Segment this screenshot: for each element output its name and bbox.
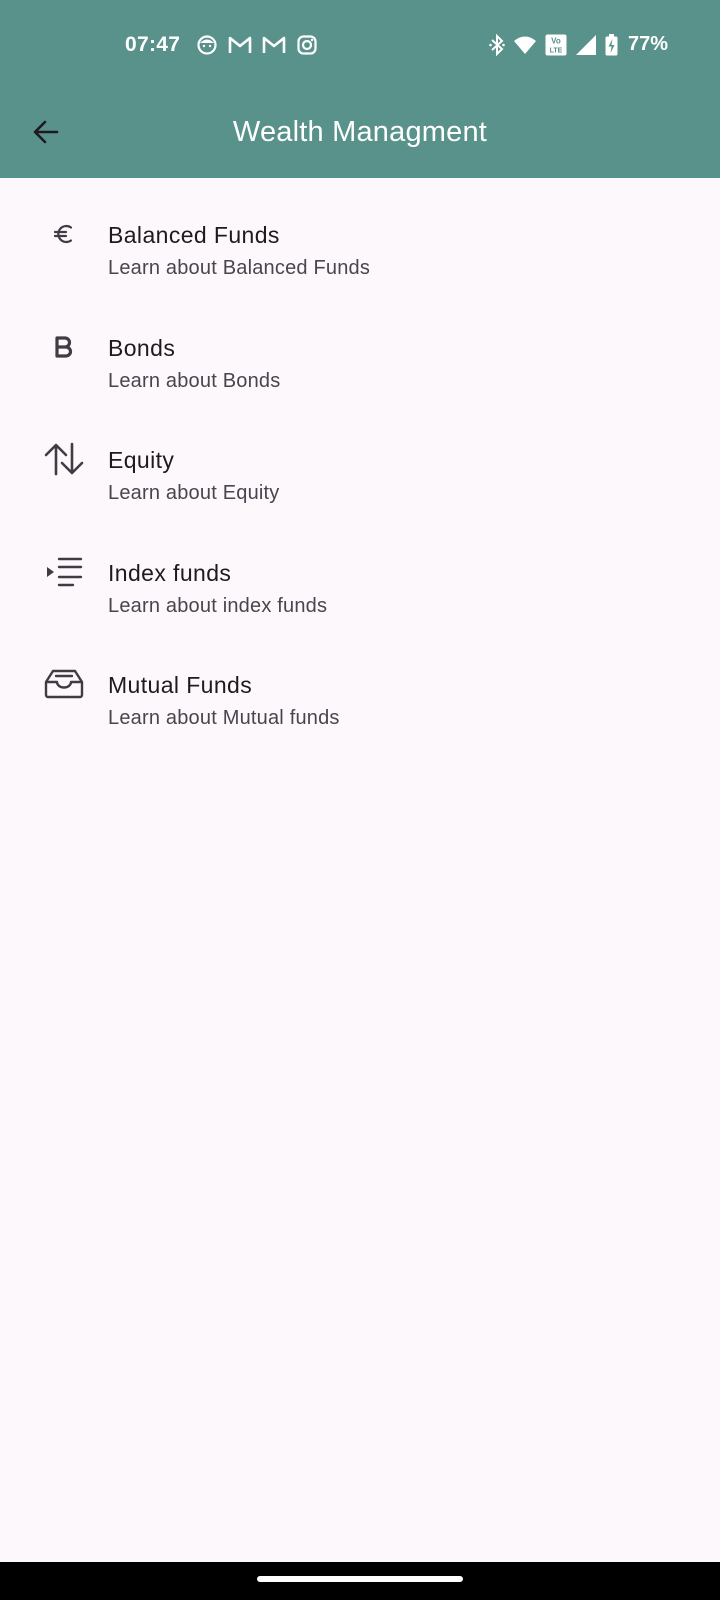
list-item-balanced-funds[interactable]: Balanced Funds Learn about Balanced Fund… xyxy=(0,178,720,291)
app-bar: Wealth Managment xyxy=(0,90,720,178)
euro-icon xyxy=(40,210,88,258)
svg-text:Vo: Vo xyxy=(551,36,561,45)
item-subtitle: Learn about Balanced Funds xyxy=(108,257,371,279)
page-title: Wealth Managment xyxy=(232,116,488,148)
notification-icons xyxy=(196,34,318,56)
system-nav-bar xyxy=(0,1562,720,1600)
bold-b-icon xyxy=(40,323,88,371)
item-title: Equity xyxy=(108,447,175,473)
status-bar: 07:47 Vo LTE 77% xyxy=(0,0,720,90)
svg-text:LTE: LTE xyxy=(550,47,563,54)
item-subtitle: Learn about Mutual funds xyxy=(108,707,340,729)
bluetooth-icon xyxy=(489,33,505,56)
item-title: Index funds xyxy=(108,559,232,586)
swap-vertical-icon xyxy=(40,435,88,483)
gmail-icon xyxy=(262,35,286,55)
volte-icon: Vo LTE xyxy=(545,34,567,56)
item-title: Mutual Funds xyxy=(108,672,253,698)
list-item-bonds[interactable]: Bonds Learn about Bonds xyxy=(0,291,720,404)
list-item-equity[interactable]: Equity Learn about Equity xyxy=(0,403,720,516)
item-subtitle: Learn about Equity xyxy=(108,482,280,504)
item-title: Bonds xyxy=(108,334,176,361)
list-indent-icon xyxy=(40,548,88,596)
item-subtitle: Learn about index funds xyxy=(108,594,328,617)
list-item-index-funds[interactable]: Index funds Learn about index funds xyxy=(0,516,720,629)
face-icon xyxy=(196,34,218,56)
fund-list: Balanced Funds Learn about Balanced Fund… xyxy=(0,178,720,741)
inbox-tray-icon xyxy=(40,660,88,708)
signal-icon xyxy=(575,34,597,56)
battery-percentage: 77% xyxy=(627,33,668,55)
home-indicator[interactable] xyxy=(257,1576,463,1582)
item-subtitle: Learn about Bonds xyxy=(108,369,281,392)
status-time: 07:47 xyxy=(125,33,181,56)
wifi-icon xyxy=(513,35,537,55)
list-item-mutual-funds[interactable]: Mutual Funds Learn about Mutual funds xyxy=(0,628,720,741)
gmail-icon xyxy=(228,35,252,55)
battery-charging-icon xyxy=(605,33,618,56)
instagram-icon xyxy=(296,34,318,56)
system-icons: Vo LTE 77% xyxy=(489,33,668,56)
item-title: Balanced Funds xyxy=(108,222,280,248)
